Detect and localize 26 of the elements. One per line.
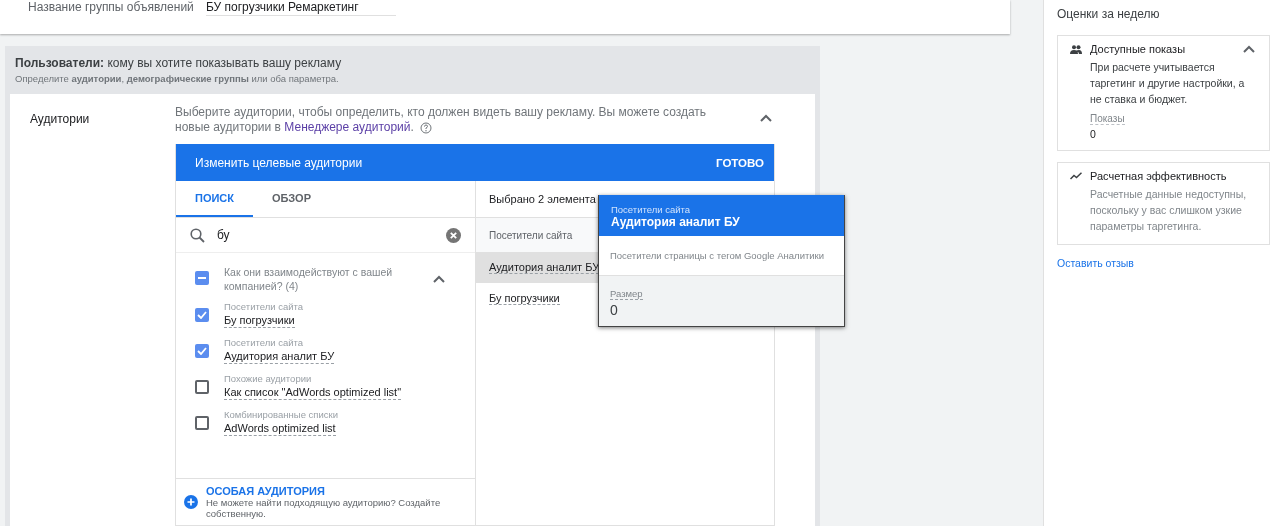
tooltip-category: Посетители сайта <box>611 204 692 215</box>
sidebar-title: Оценки за неделю <box>1057 7 1161 21</box>
section-subtitle: Определите аудитории, демографические группы или оба параметра. <box>14 72 340 84</box>
field-label: Название группы объявлений <box>28 0 195 14</box>
tooltip-description: Посетители страницы с тегом Google Аналитики <box>599 236 844 276</box>
card-text: При расчете учитывается таргетинг и другие настройки, а не ставка и бюджет. <box>1090 60 1246 107</box>
audience-category: Посетители сайта <box>224 301 304 313</box>
audience-category: Комбинированные списки <box>224 409 338 421</box>
audience-category: Похожие аудитории <box>224 373 313 385</box>
audience-category: Посетители сайта <box>224 337 305 349</box>
category-header: Посетители сайта <box>489 229 573 241</box>
audiences-label: Аудитории <box>30 112 90 126</box>
group-label: Как они взаимодействуют с вашей компанией? (4) <box>224 265 394 293</box>
size-label: Размер <box>610 288 643 300</box>
card-text: Расчетные данные недоступны, поскольку у вас слишком узкие параметры таргетинга. <box>1090 187 1248 234</box>
custom-audience-hint: Не можете найти подходящую аудиторию? Создайте собственную. <box>205 497 442 519</box>
editor-title: Изменить целевые аудитории <box>195 155 363 170</box>
metric-value: 0 <box>1090 128 1097 140</box>
selected-count: Выбрано 2 элемента <box>489 193 596 205</box>
tooltip-title: Аудитория аналит БУ <box>611 215 741 229</box>
audiences-description: Выберите аудитории, чтобы определить, кто должен видеть вашу рекламу. Вы можете создать новые аудитории в Менеджере аудиторий. <box>175 105 708 135</box>
size-value: 0 <box>610 302 619 318</box>
section-title: Пользователи: кому вы хотите показывать вашу рекламу <box>14 55 343 70</box>
card-title: Доступные показы <box>1090 43 1187 55</box>
metric-label: Показы <box>1090 113 1125 125</box>
card-title: Расчетная эффективность <box>1090 170 1228 182</box>
